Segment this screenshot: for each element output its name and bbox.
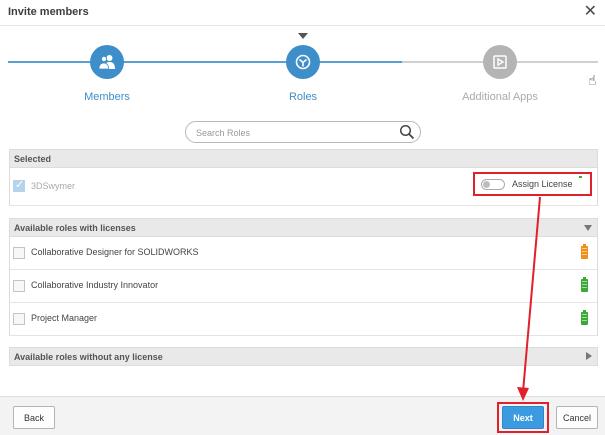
step-additional-apps[interactable]: Additional Apps — [445, 30, 555, 103]
role-row[interactable]: Project Manager — [9, 303, 598, 336]
expand-caret-icon[interactable] — [586, 352, 592, 360]
step-members-label: Members — [84, 91, 130, 103]
role-name: Collaborative Industry Innovator — [31, 280, 159, 290]
next-button[interactable]: Next — [502, 406, 544, 429]
dialog-title: Invite members — [8, 6, 89, 18]
cancel-button[interactable]: Cancel — [556, 406, 598, 429]
apps-icon — [483, 45, 517, 79]
role-name: 3DSwymer — [31, 181, 76, 191]
next-button-highlight: Next — [497, 402, 549, 433]
available-without-license-header[interactable]: Available roles without any license — [9, 347, 598, 366]
role-row[interactable]: Collaborative Industry Innovator — [9, 270, 598, 303]
dialog-header: Invite members ✕ — [0, 0, 605, 26]
assign-license-highlight: Assign License — [473, 172, 592, 196]
dialog-footer: Back Next Cancel — [0, 396, 605, 435]
available-without-license-title: Available roles without any license — [14, 352, 163, 362]
role-row[interactable]: Collaborative Designer for SOLIDWORKS — [9, 237, 598, 270]
role-name: Project Manager — [31, 313, 98, 323]
search-input[interactable] — [196, 125, 396, 140]
step-additional-apps-label: Additional Apps — [462, 91, 538, 103]
assign-license-label: Assign License — [512, 179, 573, 189]
license-battery-icon — [581, 244, 588, 259]
close-icon[interactable]: ✕ — [584, 2, 597, 22]
search-roles-field[interactable] — [185, 121, 421, 143]
role-checkbox[interactable] — [13, 247, 25, 259]
collapse-caret-icon[interactable] — [584, 225, 592, 231]
available-with-licenses-title: Available roles with licenses — [14, 223, 136, 233]
hand-cursor-icon: ☝ — [588, 72, 597, 88]
step-members[interactable]: Members — [52, 30, 162, 103]
wizard-stepper: Members Roles Additional Apps ☝ — [0, 30, 605, 110]
role-name: Collaborative Designer for SOLIDWORKS — [31, 247, 199, 257]
license-battery-icon — [581, 310, 588, 325]
back-button[interactable]: Back — [13, 406, 55, 429]
role-checkbox[interactable] — [13, 313, 25, 325]
search-icon[interactable] — [399, 124, 415, 145]
role-checkbox[interactable] — [13, 280, 25, 292]
users-icon — [90, 45, 124, 79]
role-checkbox[interactable] — [13, 178, 25, 192]
assign-license-toggle[interactable] — [481, 179, 505, 190]
step-roles-label: Roles — [288, 91, 318, 103]
selected-section-header: Selected — [9, 149, 598, 168]
available-with-licenses-header[interactable]: Available roles with licenses — [9, 218, 598, 237]
license-battery-icon — [581, 277, 588, 292]
step-roles[interactable]: Roles — [248, 30, 358, 103]
roles-icon — [286, 45, 320, 79]
